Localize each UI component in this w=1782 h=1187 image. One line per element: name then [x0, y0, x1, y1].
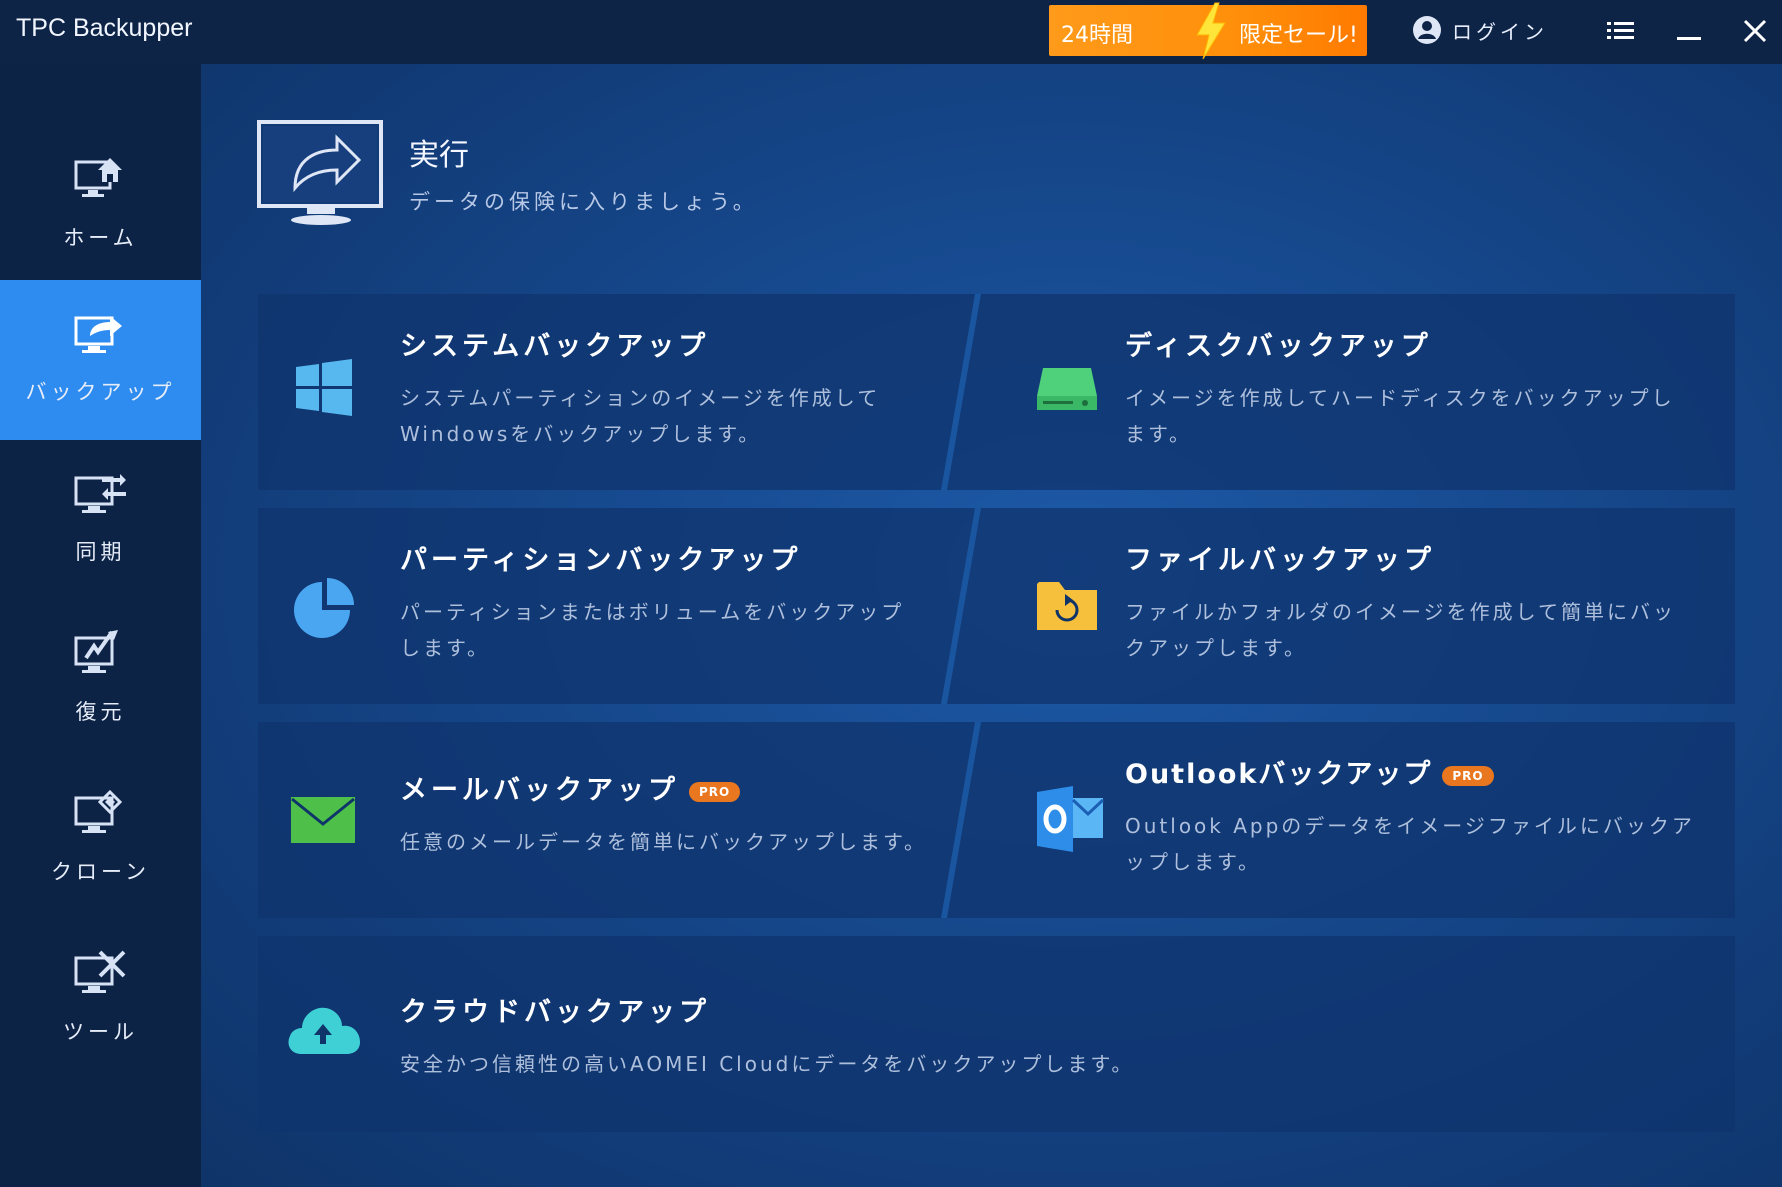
- title-bar: TPC Backupper 24時間 限定セール! ログイン: [0, 0, 1782, 64]
- folder-sync-icon: [1037, 582, 1097, 630]
- system-backup-card[interactable]: システムバックアップ システムパーティションのイメージを作成してWindowsを…: [258, 294, 958, 490]
- menu-icon[interactable]: [1604, 14, 1638, 48]
- cloud-upload-icon: [288, 1007, 360, 1054]
- sidebar-item-home[interactable]: ホーム: [0, 126, 201, 286]
- mail-backup-card[interactable]: メールバックアップ PRO 任意のメールデータを簡単にバックアップします。: [258, 722, 958, 918]
- promo-banner[interactable]: 24時間 限定セール!: [1049, 2, 1367, 60]
- disk-backup-card[interactable]: ディスクバックアップ イメージを作成してハードディスクをバックアップします。: [981, 294, 1735, 490]
- card-title-text: メールバックアップ: [400, 775, 679, 806]
- partition-pie-icon: [294, 578, 354, 638]
- sidebar-item-label: ツール: [63, 1020, 138, 1044]
- sidebar-item-label: バックアップ: [25, 380, 176, 404]
- user-icon: [1413, 16, 1441, 44]
- sidebar: ホーム バックアップ 同期 復元 クローン ツール: [0, 64, 201, 1187]
- card-title: パーティションバックアップ: [400, 545, 802, 576]
- sidebar-item-label: クローン: [51, 860, 150, 884]
- sidebar-item-tools[interactable]: ツール: [0, 920, 201, 1080]
- backup-monitor-large-icon: [257, 120, 383, 225]
- mail-icon: [291, 797, 355, 843]
- outlook-backup-card[interactable]: Outlookバックアップ PRO Outlook Appのデータをイメージファイ…: [981, 722, 1735, 918]
- sidebar-item-label: ホーム: [63, 226, 138, 250]
- card-title: メールバックアップ PRO: [400, 768, 741, 807]
- clone-monitor-icon: [74, 789, 123, 833]
- card-title-text: Outlookバックアップ: [1125, 759, 1433, 790]
- promo-left-text: 24時間: [1061, 23, 1133, 48]
- card-description: ファイルかフォルダのイメージを作成して簡単にバックアップします。: [1125, 600, 1676, 660]
- windows-icon: [296, 359, 352, 416]
- close-icon[interactable]: [1738, 14, 1772, 48]
- card-description: Outlook Appのデータをイメージファイルにバックアップします。: [1125, 814, 1695, 874]
- card-description: パーティションまたはボリュームをバックアップします。: [400, 600, 905, 660]
- pro-badge: PRO: [1442, 765, 1494, 786]
- cloud-backup-card[interactable]: クラウドバックアップ 安全かつ信頼性の高いAOMEI Cloudにデータをバック…: [258, 936, 1735, 1132]
- disk-icon: [1037, 368, 1097, 410]
- card-title: システムバックアップ: [400, 331, 710, 362]
- pro-badge: PRO: [689, 781, 741, 802]
- sync-monitor-icon: [74, 474, 126, 513]
- outlook-icon: [1037, 786, 1105, 852]
- sidebar-item-restore[interactable]: 復元: [0, 600, 201, 760]
- page-title: 実行: [409, 138, 469, 173]
- card-title: ディスクバックアップ: [1125, 331, 1432, 362]
- card-title: クラウドバックアップ: [400, 997, 710, 1028]
- sidebar-item-sync[interactable]: 同期: [0, 440, 201, 600]
- promo-right-text: 限定セール!: [1239, 23, 1358, 48]
- card-description: 任意のメールデータを簡単にバックアップします。: [400, 830, 927, 854]
- login-label: ログイン: [1452, 19, 1548, 44]
- page-subtitle: データの保険に入りましょう。: [409, 190, 758, 214]
- card-title: ファイルバックアップ: [1125, 545, 1435, 576]
- card-description: 安全かつ信頼性の高いAOMEI Cloudにデータをバックアップします。: [400, 1052, 1135, 1076]
- app-title: TPC Backupper: [16, 14, 193, 42]
- partition-backup-card[interactable]: パーティションバックアップ パーティションまたはボリュームをバックアップします。: [258, 508, 958, 704]
- login-button[interactable]: ログイン: [1412, 14, 1548, 46]
- lightning-icon: [1196, 2, 1226, 60]
- home-monitor-icon: [74, 158, 122, 197]
- backup-monitor-icon: [74, 316, 122, 353]
- restore-monitor-icon: [74, 630, 118, 673]
- main-content: 実行 データの保険に入りましょう。 システムバックアップ システムパーティション…: [201, 64, 1782, 1187]
- file-backup-card[interactable]: ファイルバックアップ ファイルかフォルダのイメージを作成して簡単にバックアップし…: [981, 508, 1735, 704]
- card-description: イメージを作成してハードディスクをバックアップします。: [1125, 386, 1675, 446]
- card-title: Outlookバックアップ PRO: [1125, 752, 1494, 791]
- minimize-icon[interactable]: [1672, 14, 1706, 48]
- tools-monitor-icon: [74, 950, 126, 993]
- sidebar-item-backup[interactable]: バックアップ: [0, 280, 201, 440]
- sidebar-item-clone[interactable]: クローン: [0, 760, 201, 920]
- card-description: システムパーティションのイメージを作成してWindowsをバックアップします。: [400, 386, 881, 446]
- sidebar-item-label: 復元: [75, 700, 126, 724]
- sidebar-item-label: 同期: [75, 540, 126, 564]
